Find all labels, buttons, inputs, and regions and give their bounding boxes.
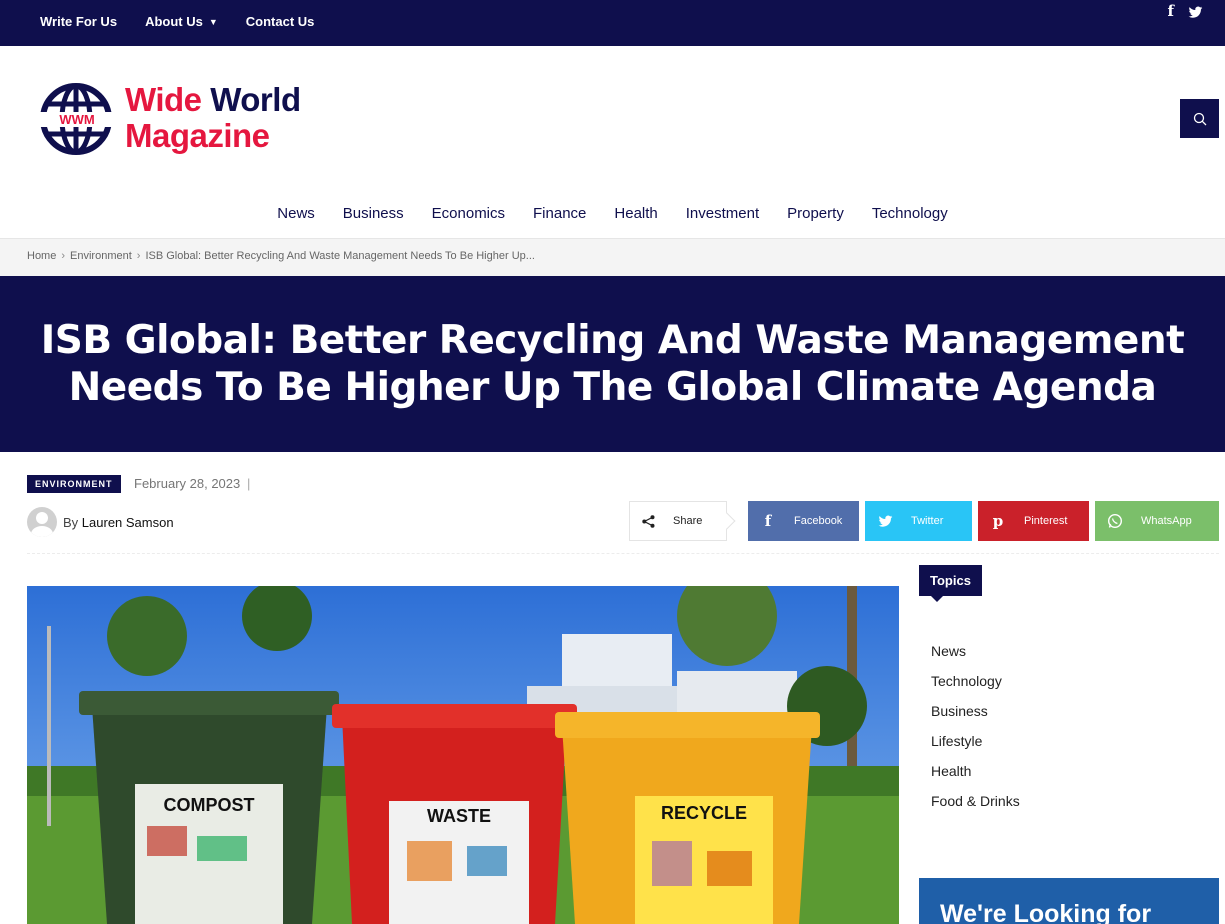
breadcrumb: Home › Environment › ISB Global: Better … [27, 250, 535, 262]
article-title: ISB Global: Better Recycling And Waste M… [40, 318, 1185, 410]
topic-item-business[interactable]: Business [931, 701, 1020, 731]
recycling-bins-illustration: COMPOST WASTE RECYCLE [27, 586, 899, 924]
nav-item-health[interactable]: Health [614, 196, 657, 234]
topic-item-health[interactable]: Health [931, 761, 1020, 791]
search-button[interactable] [1180, 99, 1219, 138]
brand-wordmark: Wide World Magazine [125, 82, 301, 154]
promo-text: We're Looking for [940, 900, 1152, 924]
top-links: Write For Us About Us ▼ Contact Us [40, 0, 342, 43]
brand-word-wide: Wide [125, 81, 202, 118]
breadcrumb-current: ISB Global: Better Recycling And Waste M… [145, 250, 535, 262]
nav-item-property[interactable]: Property [787, 196, 844, 234]
article-header: ISB Global: Better Recycling And Waste M… [0, 276, 1225, 452]
recycle-label: RECYCLE [661, 803, 747, 823]
share-twitter-button[interactable]: Twitter [865, 501, 972, 541]
brand-word-magazine: Magazine [125, 117, 270, 154]
topic-item-news[interactable]: News [931, 641, 1020, 671]
compost-label: COMPOST [163, 795, 254, 815]
facebook-icon[interactable]: f [1168, 2, 1174, 20]
breadcrumb-home[interactable]: Home [27, 250, 56, 262]
contact-us-link[interactable]: Contact Us [246, 14, 315, 29]
nav-item-business[interactable]: Business [343, 196, 404, 234]
nav-item-finance[interactable]: Finance [533, 196, 586, 234]
about-us-link[interactable]: About Us ▼ [145, 14, 218, 29]
breadcrumb-section[interactable]: Environment [70, 250, 132, 262]
twitter-icon[interactable] [1188, 5, 1203, 20]
nav-item-news[interactable]: News [277, 196, 315, 234]
meta-divider [27, 553, 1219, 554]
sidebar-promo-banner[interactable]: We're Looking for [919, 878, 1219, 924]
nav-item-technology[interactable]: Technology [872, 196, 948, 234]
topic-item-technology[interactable]: Technology [931, 671, 1020, 701]
breadcrumb-separator-icon: › [136, 250, 141, 262]
top-bar: Write For Us About Us ▼ Contact Us f [0, 0, 1225, 46]
share-pinterest-button[interactable]: p Pinterest [978, 501, 1089, 541]
brand-word-world: World [210, 81, 301, 118]
meta-separator: | [247, 476, 251, 491]
main-navigation: News Business Economics Finance Health I… [0, 196, 1225, 234]
author-byline: By Lauren Samson [63, 515, 174, 530]
write-for-us-link[interactable]: Write For Us [40, 14, 117, 29]
share-label-pointer [718, 512, 736, 530]
byline-prefix: By [63, 515, 79, 530]
site-logo[interactable]: WWM Wide World Magazine [40, 82, 330, 158]
author-avatar[interactable] [27, 507, 57, 537]
author-name[interactable]: Lauren Samson [82, 515, 174, 530]
featured-image: COMPOST WASTE RECYCLE [27, 586, 899, 924]
nav-item-investment[interactable]: Investment [686, 196, 759, 234]
topics-heading: Topics [919, 565, 982, 602]
topics-list: News Technology Business Lifestyle Healt… [931, 641, 1020, 821]
facebook-icon: f [764, 512, 772, 530]
breadcrumb-bar: Home › Environment › ISB Global: Better … [0, 239, 1225, 276]
share-icon [642, 514, 655, 528]
share-facebook-button[interactable]: f Facebook [748, 501, 859, 541]
avatar-body-shape [31, 526, 53, 537]
nav-item-economics[interactable]: Economics [432, 196, 505, 234]
share-whatsapp-label: WhatsApp [1141, 515, 1192, 527]
whatsapp-icon [1095, 513, 1135, 529]
share-whatsapp-button[interactable]: WhatsApp [1095, 501, 1219, 541]
breadcrumb-separator-icon: › [61, 250, 66, 262]
share-label: Share [673, 515, 703, 527]
twitter-icon [865, 515, 905, 528]
search-icon [1193, 112, 1206, 125]
publish-date: February 28, 2023 [134, 476, 241, 491]
pinterest-icon: p [992, 512, 1004, 530]
topic-item-lifestyle[interactable]: Lifestyle [931, 731, 1020, 761]
share-twitter-label: Twitter [911, 515, 944, 527]
svg-text:WWM: WWM [59, 112, 94, 127]
waste-label: WASTE [427, 806, 491, 826]
category-badge[interactable]: ENVIRONMENT [27, 475, 121, 493]
share-label-box: Share [629, 501, 736, 541]
share-pinterest-label: Pinterest [1024, 515, 1068, 527]
about-us-label: About Us [145, 14, 203, 29]
chevron-down-icon: ▼ [208, 16, 218, 27]
top-social: f [1168, 2, 1203, 20]
globe-logo-icon: WWM [40, 83, 114, 155]
share-facebook-label: Facebook [794, 515, 843, 527]
topic-item-food-drinks[interactable]: Food & Drinks [931, 791, 1020, 821]
avatar-head-shape [36, 512, 48, 524]
